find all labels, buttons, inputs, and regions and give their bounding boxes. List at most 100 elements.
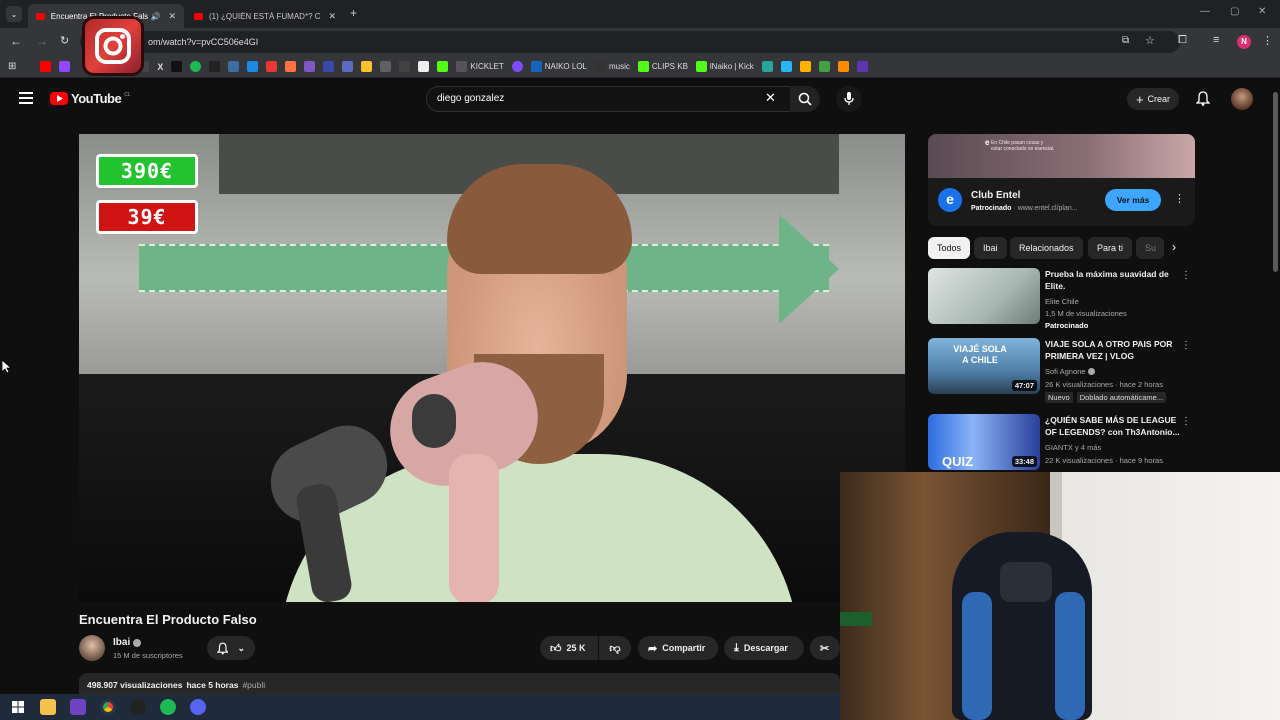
spotify-bookmark-icon[interactable]: [190, 61, 202, 72]
page-scrollbar[interactable]: [1273, 92, 1278, 272]
reload-icon[interactable]: ↻: [60, 34, 69, 47]
bookmark-icon: [530, 61, 542, 72]
sponsored-ad-card[interactable]: e En Chile pasan cosas y estar conectado…: [928, 134, 1195, 226]
x-bookmark-icon[interactable]: X: [157, 62, 163, 72]
dislike-button[interactable]: 👎︎: [599, 636, 631, 660]
chip-todos[interactable]: Todos: [928, 237, 971, 259]
chip-relacionados[interactable]: Relacionados: [1010, 237, 1083, 259]
create-button[interactable]: + Crear: [1127, 88, 1179, 110]
recommendation-item[interactable]: Prueba la máxima suavidad de Elite. Elit…: [928, 268, 1195, 330]
clear-search-icon[interactable]: ✕: [765, 90, 776, 106]
bookmark-icon[interactable]: [209, 61, 221, 72]
bookmark-icon[interactable]: [818, 61, 830, 72]
recommendation-item[interactable]: VIAJÉ SOLA A CHILE 47:07 VIAJE SOLA A OT…: [928, 338, 1195, 403]
bookmark-icon[interactable]: [856, 61, 868, 72]
profile-avatar[interactable]: N: [1237, 35, 1251, 49]
new-tab-icon[interactable]: +: [350, 6, 357, 20]
white-wall: [1062, 472, 1280, 720]
channel-avatar[interactable]: [79, 635, 105, 661]
download-button[interactable]: ⤓ Descargar: [724, 636, 804, 660]
microphone-icon: [844, 92, 854, 105]
browser-menu-icon[interactable]: ⋮: [1262, 34, 1273, 47]
bookmark-clips-kb[interactable]: CLIPS KB: [637, 61, 688, 72]
bookmark-music[interactable]: music: [595, 61, 630, 72]
bookmark-icon[interactable]: [247, 61, 259, 72]
address-bar[interactable]: om/watch?v=pvCC506e4GI: [80, 31, 1180, 53]
windows-start-icon[interactable]: [10, 699, 26, 715]
sponsored-badge: Patrocinado: [1045, 321, 1089, 330]
bookmark-icon[interactable]: [399, 61, 411, 72]
file-explorer-icon[interactable]: [40, 699, 56, 715]
bookmark-star-icon[interactable]: ☆: [1145, 34, 1155, 47]
bookmark-icon[interactable]: [761, 61, 773, 72]
like-button[interactable]: 👍︎ 25 K: [540, 636, 598, 660]
spotify-icon[interactable]: [160, 699, 176, 715]
bookmark-naiko-lol[interactable]: NAIKO LOL: [530, 61, 587, 72]
chip-para-ti[interactable]: Para ti: [1088, 237, 1133, 259]
voice-search-button[interactable]: [836, 86, 862, 112]
back-icon[interactable]: ←: [10, 34, 22, 48]
bookmark-icon[interactable]: [799, 61, 811, 72]
subscribed-bell-button[interactable]: ⌄: [207, 636, 255, 660]
install-app-icon[interactable]: ⧉: [1122, 35, 1129, 46]
bookmark-icon[interactable]: [323, 61, 335, 72]
bookmark-icon[interactable]: [837, 61, 849, 72]
ad-more-icon[interactable]: ⋮: [1174, 192, 1185, 205]
bookmark-icon[interactable]: [342, 61, 354, 72]
video-description-box[interactable]: 498.907 visualizaciones hace 5 horas #pu…: [79, 673, 840, 695]
bookmark-naiko-kick[interactable]: lNaiko | Kick: [695, 61, 754, 72]
clip-button[interactable]: ✂: [810, 636, 840, 660]
close-tab-icon[interactable]: ✕: [328, 11, 336, 22]
bookmark-icon[interactable]: [511, 61, 523, 72]
more-options-icon[interactable]: ⋮: [1181, 270, 1191, 281]
ad-cta-button[interactable]: Ver más: [1105, 189, 1161, 211]
chrome-icon[interactable]: [100, 699, 116, 715]
bookmark-icon[interactable]: [285, 61, 297, 72]
maximize-icon[interactable]: ▢: [1230, 6, 1239, 17]
bookmark-kicklet[interactable]: KICKLET: [456, 61, 504, 72]
tiktok-bookmark-icon[interactable]: [171, 61, 183, 72]
notifications-bell-icon[interactable]: [1195, 91, 1211, 111]
chips-next-icon[interactable]: ›: [1172, 240, 1176, 254]
media-control-icon[interactable]: ≡: [1213, 34, 1219, 46]
twitch-bookmark-icon[interactable]: [59, 61, 71, 72]
search-button[interactable]: [790, 86, 820, 112]
tab-title: (1) ¿QUIÉN ESTÁ FUMAD*? CAR: [208, 11, 321, 21]
apps-grid-icon[interactable]: ⊞: [8, 61, 16, 72]
channel-name[interactable]: Ibai: [113, 637, 142, 648]
youtube-favicon-icon: [194, 12, 203, 20]
bookmark-icon[interactable]: [304, 61, 316, 72]
bookmark-icon[interactable]: [780, 61, 792, 72]
youtube-bookmark-icon[interactable]: [40, 61, 52, 72]
more-options-icon[interactable]: ⋮: [1181, 340, 1191, 351]
extensions-icon[interactable]: ⧠: [1178, 34, 1187, 47]
chip-suscripciones[interactable]: Su: [1136, 237, 1164, 259]
instagram-overlay-icon: [82, 16, 144, 76]
close-window-icon[interactable]: ✕: [1258, 6, 1266, 17]
youtube-logo[interactable]: YouTube CL: [50, 91, 131, 106]
bookmark-icon[interactable]: [418, 61, 430, 72]
discord-icon[interactable]: [190, 699, 206, 715]
share-button[interactable]: ➦ Compartir: [638, 636, 718, 660]
bookmark-icon[interactable]: [380, 61, 392, 72]
recommendation-item[interactable]: QUIZ 33:48 ¿QUIÉN SABE MÁS DE LEAGUE OF …: [928, 414, 1195, 474]
bookmark-icon[interactable]: [437, 61, 449, 72]
app-icon[interactable]: [70, 699, 86, 715]
more-options-icon[interactable]: ⋮: [1181, 416, 1191, 427]
tab-search-button[interactable]: ⌄: [6, 6, 22, 22]
bookmark-icon[interactable]: [228, 61, 240, 72]
chip-ibai[interactable]: Ibai: [974, 237, 1007, 259]
ad-banner-text: En Chile pasan cosas y estar conectado e…: [991, 140, 1055, 152]
video-duration: 47:07: [1011, 380, 1037, 391]
minimize-icon[interactable]: —: [1200, 6, 1210, 17]
close-tab-icon[interactable]: ✕: [168, 11, 176, 22]
search-input[interactable]: diego gonzalez: [426, 86, 792, 112]
video-player[interactable]: 390€ 39€: [79, 134, 905, 602]
forward-icon[interactable]: →: [36, 34, 48, 48]
bookmark-icon[interactable]: [361, 61, 373, 72]
hamburger-menu-icon[interactable]: [19, 92, 33, 104]
bookmark-icon[interactable]: [266, 61, 278, 72]
tab-inactive[interactable]: (1) ¿QUIÉN ESTÁ FUMAD*? CAR ✕: [186, 4, 344, 28]
app-icon[interactable]: [130, 699, 146, 715]
user-avatar[interactable]: [1231, 88, 1253, 110]
